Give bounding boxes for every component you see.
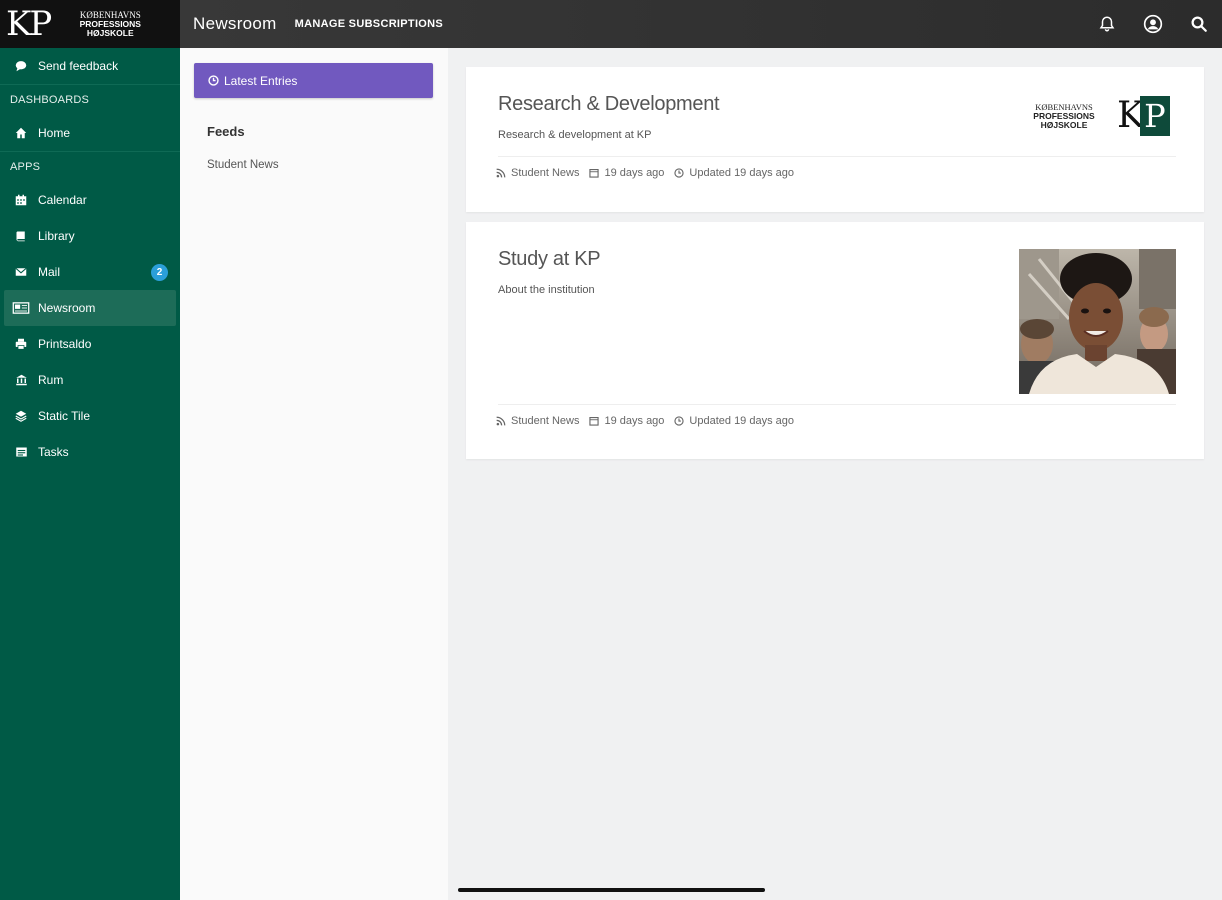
kp-mark: KP <box>1117 96 1170 136</box>
main-content: Research & Development Research & develo… <box>448 48 1222 900</box>
card-logo: KØBENHAVNS PROFESSIONS HØJSKOLE KP <box>1021 95 1176 137</box>
card-title[interactable]: Study at KP <box>498 248 601 271</box>
home-icon <box>12 126 30 140</box>
updated-time: Updated 19 days ago <box>674 415 794 427</box>
latest-entries-button[interactable]: Latest Entries <box>194 63 433 98</box>
bell-icon[interactable] <box>1097 14 1117 34</box>
layers-icon <box>12 409 30 423</box>
card-meta: Student News 19 days ago Updated 19 days… <box>496 415 804 427</box>
news-card[interactable]: Study at KP About the institution Studen… <box>466 222 1204 459</box>
section-heading-dashboards: DASHBOARDS <box>10 94 90 106</box>
sidebar-item-static-tile[interactable]: Static Tile <box>0 398 180 434</box>
sidebar-item-label: Static Tile <box>38 409 91 423</box>
clock-icon <box>208 75 219 86</box>
search-icon[interactable] <box>1189 14 1209 34</box>
newspaper-icon <box>12 301 30 315</box>
news-card[interactable]: Research & Development Research & develo… <box>466 67 1204 212</box>
updated-time: Updated 19 days ago <box>674 167 794 179</box>
published-time: 19 days ago <box>589 167 664 179</box>
calendar-icon <box>12 193 30 207</box>
page-title: Newsroom <box>193 14 277 33</box>
comment-icon <box>12 59 30 73</box>
card-meta: Student News 19 days ago Updated 19 days… <box>496 167 804 179</box>
divider <box>498 156 1176 157</box>
tasks-icon <box>12 445 30 459</box>
top-actions <box>1097 14 1209 34</box>
published-time: 19 days ago <box>589 415 664 427</box>
rss-icon <box>496 416 506 426</box>
sidebar-item-home[interactable]: Home <box>0 115 180 151</box>
feed-source[interactable]: Student News <box>496 167 579 179</box>
building-icon <box>12 373 30 387</box>
feeds-panel: Latest Entries Feeds Student News <box>180 48 448 900</box>
mail-count-badge: 2 <box>151 264 168 281</box>
student-photo <box>1019 249 1176 394</box>
logo-wordmark: KØBENHAVNS PROFESSIONS HØJSKOLE <box>79 9 141 38</box>
sidebar-item-label: Calendar <box>38 193 87 207</box>
sidebar-item-label: Printsaldo <box>38 337 92 351</box>
feed-source[interactable]: Student News <box>496 415 579 427</box>
sidebar-item-printsaldo[interactable]: Printsaldo <box>0 326 180 362</box>
sidebar-item-label: Rum <box>38 373 64 387</box>
sidebar-item-label: Home <box>38 126 71 140</box>
kp-logo[interactable]: KP KØBENHAVNS PROFESSIONS HØJSKOLE <box>0 0 180 48</box>
feed-item-student-news[interactable]: Student News <box>207 159 279 171</box>
sidebar-item-calendar[interactable]: Calendar <box>0 182 180 218</box>
clock-icon <box>674 416 685 426</box>
sidebar-item-label: Send feedback <box>38 59 119 73</box>
sidebar-item-label: Tasks <box>38 445 69 459</box>
latest-entries-label: Latest Entries <box>224 73 298 88</box>
section-heading-apps: APPS <box>10 161 41 173</box>
top-bar: KP KØBENHAVNS PROFESSIONS HØJSKOLE Newsr… <box>0 0 1222 48</box>
calendar-icon <box>589 168 600 178</box>
sidebar-item-mail[interactable]: Mail 2 <box>0 254 180 290</box>
manage-subscriptions-link[interactable]: MANAGE SUBSCRIPTIONS <box>295 18 443 30</box>
user-icon[interactable] <box>1143 14 1163 34</box>
home-indicator[interactable] <box>458 888 765 892</box>
sidebar-item-tasks[interactable]: Tasks <box>0 434 180 470</box>
card-title[interactable]: Research & Development <box>498 93 720 116</box>
feeds-heading: Feeds <box>207 124 245 139</box>
rss-icon <box>496 168 506 178</box>
sidebar-item-library[interactable]: Library <box>0 218 180 254</box>
sidebar-item-label: Mail <box>38 265 61 279</box>
calendar-icon <box>589 416 600 426</box>
sidebar: Send feedback DASHBOARDS Home APPS Calen… <box>0 48 180 900</box>
sidebar-item-label: Newsroom <box>38 301 96 315</box>
clock-icon <box>674 168 685 178</box>
sidebar-item-rum[interactable]: Rum <box>0 362 180 398</box>
card-subtitle: About the institution <box>498 284 595 296</box>
mail-icon <box>12 265 30 279</box>
logo-wordmark: KØBENHAVNS PROFESSIONS HØJSKOLE <box>1033 101 1095 130</box>
sidebar-item-newsroom[interactable]: Newsroom <box>4 290 176 326</box>
book-icon <box>12 229 30 243</box>
card-subtitle: Research & development at KP <box>498 129 652 141</box>
logo-mark: KP <box>6 4 52 44</box>
printer-icon <box>12 337 30 351</box>
divider <box>498 404 1176 405</box>
sidebar-item-label: Library <box>38 229 75 243</box>
sidebar-item-send-feedback[interactable]: Send feedback <box>0 48 180 84</box>
